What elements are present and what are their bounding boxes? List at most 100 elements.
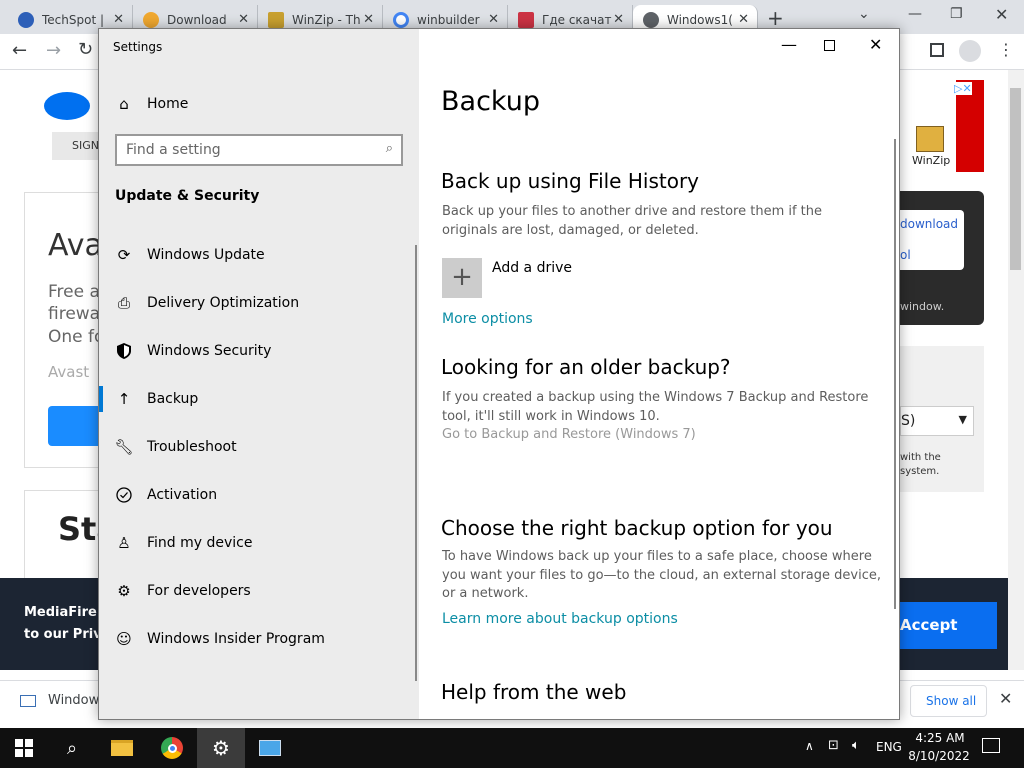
search-input[interactable]: Find a setting ⌕	[115, 134, 403, 166]
back-icon[interactable]: ←	[12, 40, 27, 61]
shield-icon	[115, 342, 133, 360]
side-panel-icon[interactable]	[930, 43, 944, 57]
nav-label: Troubleshoot	[147, 439, 237, 455]
windows-taskbar: ⌕ ⚙ ∧ ⊡ 🔈︎ ENG 4:25 AM 8/10/2022	[0, 728, 1024, 768]
windows-logo-icon	[15, 739, 33, 757]
nav-home[interactable]: ⌂ Home	[99, 81, 419, 127]
new-tab-button[interactable]: +	[767, 6, 784, 30]
nav-backup[interactable]: ↑ Backup	[99, 376, 419, 422]
close-icon[interactable]: ✕	[869, 35, 882, 54]
search-icon: ⌕	[385, 141, 393, 156]
winzip-ad-icon	[916, 126, 944, 152]
google-favicon-icon	[393, 11, 409, 28]
nav-label: Windows Security	[147, 343, 272, 359]
file-explorer-icon[interactable]	[98, 728, 146, 768]
close-tab-icon[interactable]: ✕	[488, 12, 499, 27]
nav-label: Activation	[147, 487, 218, 503]
nav-label: Delivery Optimization	[147, 295, 300, 311]
file-history-desc: Back up your files to another drive and …	[442, 204, 823, 238]
nav-windows-update[interactable]: ⟳ Windows Update	[99, 232, 419, 278]
folder-icon	[111, 740, 133, 756]
mediafire-logo-icon	[44, 92, 90, 120]
file-icon	[20, 695, 36, 707]
page-scrollbar-thumb[interactable]	[1010, 88, 1021, 270]
notifications-icon[interactable]	[982, 738, 1000, 753]
nav-find-my-device[interactable]: ♙ Find my device	[99, 520, 419, 566]
sidebar-scrollbar[interactable]	[415, 245, 417, 681]
nav-delivery-optimization[interactable]: ⎙ Delivery Optimization	[99, 280, 419, 326]
control-panel-icon[interactable]	[246, 728, 294, 768]
choose-backup-desc: To have Windows back up your files to a …	[442, 549, 881, 601]
close-browser-icon[interactable]: ✕	[995, 5, 1008, 24]
select-value: S)	[901, 413, 916, 429]
tab-title: TechSpot |	[42, 12, 105, 27]
volume-icon[interactable]: 🔈︎	[852, 738, 860, 753]
accept-button[interactable]: Accept	[900, 602, 997, 649]
tab-title: Windows1(	[667, 12, 733, 27]
nav-label: Backup	[147, 391, 199, 407]
settings-gear-icon[interactable]: ⚙	[197, 728, 245, 768]
site-favicon-icon	[518, 11, 534, 28]
more-options-link[interactable]: More options	[442, 311, 533, 327]
older-backup-desc: If you created a backup using the Window…	[442, 390, 869, 424]
chrome-icon[interactable]	[148, 728, 196, 768]
close-tab-icon[interactable]: ✕	[613, 12, 624, 27]
show-all-button[interactable]: Show all	[910, 685, 987, 717]
forward-icon[interactable]: →	[46, 40, 61, 61]
window-title: Settings	[113, 40, 163, 54]
profile-avatar-icon[interactable]	[959, 40, 981, 62]
language-select[interactable]: S) ▼	[900, 406, 974, 436]
search-taskbar-icon[interactable]: ⌕	[48, 728, 96, 768]
backup-restore-link[interactable]: Go to Backup and Restore (Windows 7)	[442, 427, 696, 442]
add-drive-plus-icon[interactable]: +	[442, 258, 482, 298]
nav-label: Windows Update	[147, 247, 265, 263]
minimize-icon[interactable]: —	[781, 35, 797, 54]
nav-troubleshoot[interactable]: 🔧︎ Troubleshoot	[99, 424, 419, 470]
selection-indicator	[99, 386, 103, 412]
content-scrollbar[interactable]	[894, 139, 896, 609]
reload-icon[interactable]: ↻	[78, 39, 93, 60]
check-circle-icon	[115, 486, 133, 504]
menu-kebab-icon[interactable]: ⋮	[998, 40, 1014, 59]
nav-label: Windows Insider Program	[147, 631, 325, 647]
nav-windows-security[interactable]: Windows Security	[99, 328, 419, 374]
older-backup-title: Looking for an older backup?	[441, 355, 731, 379]
avast-download-button[interactable]	[48, 406, 100, 446]
close-tab-icon[interactable]: ✕	[238, 12, 249, 27]
language-indicator[interactable]: ENG	[876, 740, 902, 754]
file-history-title: Back up using File History	[441, 169, 699, 193]
chevron-down-icon[interactable]: ⌄	[858, 6, 870, 22]
nav-windows-insider[interactable]: ☺ Windows Insider Program	[99, 616, 419, 662]
settings-window: Settings ⌂ Home Find a setting ⌕ Update …	[98, 28, 900, 720]
ad-choices-icon[interactable]: ▷✕	[954, 82, 972, 95]
add-drive-button[interactable]: Add a drive	[492, 260, 572, 276]
start-button[interactable]	[0, 728, 48, 768]
signin-button[interactable]: SIGN	[52, 132, 102, 160]
close-tab-icon[interactable]: ✕	[738, 12, 749, 27]
tab-title: WinZip - Th	[292, 12, 361, 27]
chevron-up-icon[interactable]: ∧	[805, 739, 814, 753]
clock-time[interactable]: 4:25 AM	[912, 731, 968, 745]
clock-date[interactable]: 8/10/2022	[906, 749, 972, 763]
search-placeholder: Find a setting	[126, 142, 221, 158]
minimize-browser-icon[interactable]: —	[908, 6, 922, 22]
upload-arrow-icon: ↑	[117, 390, 131, 408]
close-tab-icon[interactable]: ✕	[113, 12, 124, 27]
nav-activation[interactable]: Activation	[99, 472, 419, 518]
home-icon: ⌂	[119, 95, 129, 113]
tool-link[interactable]: ol	[900, 248, 911, 262]
maximize-icon[interactable]	[824, 40, 835, 51]
restore-browser-icon[interactable]: ❐	[950, 6, 963, 22]
close-tab-icon[interactable]: ✕	[363, 12, 374, 27]
avast-line: firewa	[48, 304, 101, 324]
close-download-bar-icon[interactable]: ✕	[999, 689, 1012, 708]
winzip-ad-label: WinZip	[912, 154, 951, 167]
network-icon[interactable]: ⊡	[828, 738, 839, 753]
download-link[interactable]: download	[900, 217, 958, 231]
nav-for-developers[interactable]: ⚙ For developers	[99, 568, 419, 614]
nav-label: Find my device	[147, 535, 253, 551]
note-line: with the	[900, 452, 941, 463]
delivery-icon: ⎙	[117, 294, 130, 312]
learn-more-link[interactable]: Learn more about backup options	[442, 611, 678, 627]
tab-title: winbuilder	[417, 12, 480, 27]
